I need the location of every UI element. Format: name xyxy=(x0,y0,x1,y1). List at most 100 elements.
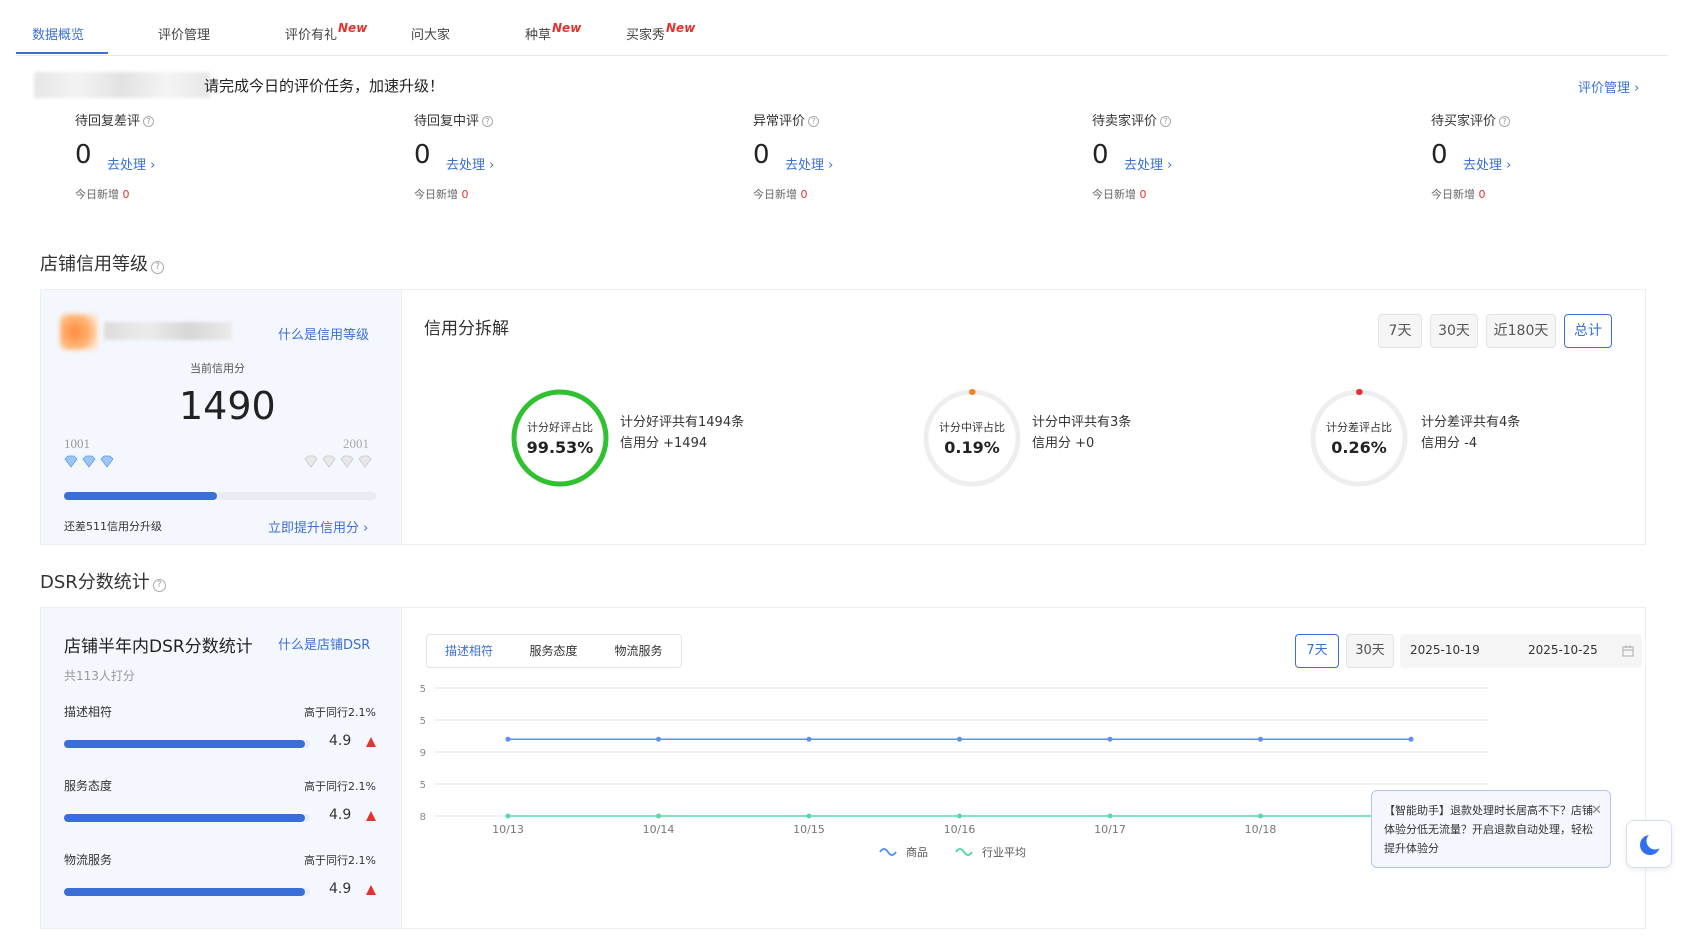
credit-score: 1490 xyxy=(179,384,276,428)
calendar-icon[interactable] xyxy=(1622,645,1634,657)
dsr-row-compare: 高于同行2.1% xyxy=(304,854,376,867)
data-point xyxy=(806,736,812,742)
today-new-count: 0 xyxy=(122,188,130,201)
date-range-picker[interactable]: 2025-10-19 2025-10-25 xyxy=(1400,634,1642,668)
mid-ratio-description: 计分中评共有3条 信用分 +0 xyxy=(1032,412,1131,454)
period-30d-button[interactable]: 30天 xyxy=(1430,314,1478,348)
date-end[interactable]: 2025-10-25 xyxy=(1528,643,1598,657)
legend-icon xyxy=(879,848,897,856)
good-ratio-ring: 计分好评占比 99.53% xyxy=(510,388,610,488)
ring-desc-score: 信用分 -4 xyxy=(1421,436,1478,451)
data-point xyxy=(957,813,962,819)
diamond-icon xyxy=(64,455,114,468)
data-point xyxy=(656,813,661,819)
range-30d-button[interactable]: 30天 xyxy=(1346,634,1394,668)
x-tick-label: 10/17 xyxy=(1094,823,1126,836)
pending-count: 0 xyxy=(414,140,431,170)
what-is-credit-link[interactable]: 什么是信用等级 xyxy=(278,324,369,343)
legend-label: 行业平均 xyxy=(982,846,1026,859)
dsr-score: 4.9 xyxy=(329,807,352,823)
x-tick-label: 10/14 xyxy=(643,823,675,836)
active-tab-indicator xyxy=(16,52,108,54)
tab-data-overview[interactable]: 数据概览 xyxy=(32,24,84,43)
bad-ratio-description: 计分差评共有4条 信用分 -4 xyxy=(1421,412,1520,454)
raters-count: 共113人打分 xyxy=(64,669,135,683)
x-tick-label: 10/16 xyxy=(944,823,976,836)
y-tick-label: 4.8 xyxy=(420,812,426,823)
tab-review-gift[interactable]: 评价有礼New xyxy=(285,21,368,43)
pending-label: 待卖家评价 xyxy=(1092,114,1158,129)
data-point xyxy=(1107,736,1113,742)
today-new-label: 今日新增 xyxy=(1092,188,1136,201)
assistant-button[interactable] xyxy=(1626,820,1672,868)
segment-logistics[interactable]: 物流服务 xyxy=(596,634,682,668)
help-icon[interactable]: ? xyxy=(1499,116,1511,127)
shop-avatar xyxy=(60,314,98,350)
up-arrow-icon xyxy=(366,811,376,821)
today-new-label: 今日新增 xyxy=(1431,188,1475,201)
gap-text: 还差511信用分升级 xyxy=(64,520,162,533)
data-point xyxy=(505,813,511,819)
process-link[interactable]: 去处理 › xyxy=(1463,154,1511,173)
redacted-shop-name xyxy=(104,322,232,340)
pending-label: 待买家评价 xyxy=(1431,114,1497,129)
process-link[interactable]: 去处理 › xyxy=(446,154,494,173)
y-tick-label: 4.95 xyxy=(420,716,426,727)
new-badge: New xyxy=(338,21,368,35)
data-point xyxy=(656,736,661,742)
x-tick-label: 10/13 xyxy=(492,823,524,836)
review-management-link[interactable]: 评价管理 › xyxy=(1578,77,1639,96)
close-icon[interactable]: ✕ xyxy=(1591,803,1602,818)
today-new-count: 0 xyxy=(1139,188,1147,201)
help-icon[interactable]: ? xyxy=(808,116,820,127)
period-total-button[interactable]: 总计 xyxy=(1564,314,1612,348)
date-start[interactable]: 2025-10-19 xyxy=(1410,643,1480,657)
process-link[interactable]: 去处理 › xyxy=(107,154,155,173)
dsr-row-compare: 高于同行2.1% xyxy=(304,780,376,793)
help-icon[interactable]: ? xyxy=(151,261,164,274)
dsr-bar-fill xyxy=(64,888,306,896)
dsr-panel-title: 店铺半年内DSR分数统计 xyxy=(64,637,253,657)
bad-ratio-ring: 计分差评占比 0.26% xyxy=(1309,388,1409,488)
y-tick-label: 4.9 xyxy=(420,748,426,759)
tab-seeding[interactable]: 种草New xyxy=(525,21,582,43)
legend-label: 商品 xyxy=(906,845,928,859)
ring-value: 99.53% xyxy=(526,438,594,457)
help-icon[interactable]: ? xyxy=(143,116,155,127)
dsr-bar-fill xyxy=(64,740,306,748)
pending-label: 异常评价 xyxy=(753,114,806,129)
dsr-bar-fill xyxy=(64,814,306,822)
range-7d-button[interactable]: 7天 xyxy=(1295,634,1339,668)
help-icon[interactable]: ? xyxy=(1160,116,1172,127)
data-point xyxy=(1258,813,1263,819)
today-new-count: 0 xyxy=(800,188,808,201)
ring-label: 计分差评占比 xyxy=(1326,421,1392,434)
ring-value: 0.19% xyxy=(944,438,1000,457)
segment-service[interactable]: 服务态度 xyxy=(511,634,597,668)
current-level-diamonds xyxy=(63,455,117,469)
process-link[interactable]: 去处理 › xyxy=(785,154,833,173)
tab-buyer-show[interactable]: 买家秀New xyxy=(626,21,695,43)
period-180d-button[interactable]: 近180天 xyxy=(1486,314,1556,348)
x-tick-label: 10/18 xyxy=(1245,823,1277,836)
help-icon[interactable]: ? xyxy=(482,116,494,127)
tab-review-management[interactable]: 评价管理 xyxy=(158,24,210,43)
period-7d-button[interactable]: 7天 xyxy=(1378,314,1422,348)
credit-progress-fill xyxy=(64,492,217,500)
help-icon[interactable]: ? xyxy=(152,579,166,592)
good-ratio-description: 计分好评共有1494条 信用分 +1494 xyxy=(620,412,744,454)
ring-value: 0.26% xyxy=(1331,438,1387,457)
dsr-score: 4.9 xyxy=(329,881,352,897)
new-badge: New xyxy=(552,21,582,35)
moon-icon xyxy=(1640,832,1664,855)
upgrade-credit-link[interactable]: 立即提升信用分 › xyxy=(268,517,368,536)
tab-ask-all[interactable]: 问大家 xyxy=(411,24,450,43)
data-point xyxy=(1107,813,1113,819)
data-point xyxy=(505,736,511,742)
smart-assistant-tip: 【智能助手】退款处理时长居高不下？店铺体验分低无流量？开启退款自动处理，轻松提升… xyxy=(1371,790,1611,868)
segment-description[interactable]: 描述相符 xyxy=(426,634,512,668)
process-link[interactable]: 去处理 › xyxy=(1124,154,1172,173)
what-is-dsr-link[interactable]: 什么是店铺DSR xyxy=(278,634,370,653)
pending-label: 待回复中评 xyxy=(414,114,480,129)
y-tick-label: 4.85 xyxy=(420,780,426,791)
